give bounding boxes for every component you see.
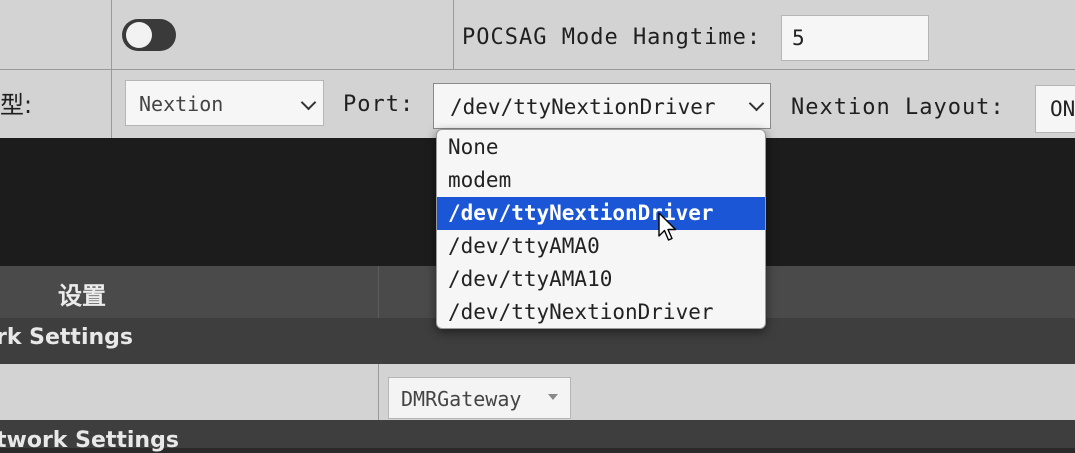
display-type-label: 型: — [0, 91, 33, 119]
port-label: Port: — [343, 92, 415, 117]
toggle-knob — [126, 22, 152, 48]
dropdown-option[interactable]: /dev/ttyNextionDriver — [437, 296, 765, 328]
dropdown-option[interactable]: /dev/ttyAMA10 — [437, 263, 765, 296]
mouse-cursor-icon — [658, 212, 677, 241]
caret-down-icon — [548, 394, 558, 400]
nextion-layout-select[interactable]: ON — [1035, 85, 1075, 133]
dropdown-option[interactable]: modem — [437, 164, 765, 197]
port-select-value: /dev/ttyNextionDriver — [450, 95, 716, 119]
display-type-value: Nextion — [139, 92, 224, 116]
nextion-layout-label: Nextion Layout: — [791, 95, 1005, 120]
port-select[interactable]: /dev/ttyNextionDriver — [433, 83, 771, 129]
dropdown-option[interactable]: /dev/ttyAMA0 — [437, 230, 765, 263]
port-dropdown-list: None modem /dev/ttyNextionDriver /dev/tt… — [436, 129, 766, 329]
dropdown-option-selected[interactable]: /dev/ttyNextionDriver — [437, 197, 765, 230]
display-type-select[interactable]: Nextion — [125, 80, 324, 126]
table-cell — [0, 0, 112, 70]
network-settings-title: rk Settings — [0, 325, 133, 350]
dropdown-option[interactable]: None — [437, 131, 765, 164]
gateway-mode-value: DMRGateway — [401, 387, 522, 411]
gateway-mode-select[interactable]: DMRGateway — [388, 377, 571, 419]
pocsag-hangtime-input[interactable]: 5 — [781, 15, 929, 61]
network-settings-title-2: twork Settings — [0, 428, 179, 453]
divider — [378, 266, 379, 318]
divider — [378, 364, 379, 420]
settings-title: 设置 — [58, 282, 106, 310]
pocsag-hangtime-label: POCSAG Mode Hangtime: — [462, 25, 762, 50]
